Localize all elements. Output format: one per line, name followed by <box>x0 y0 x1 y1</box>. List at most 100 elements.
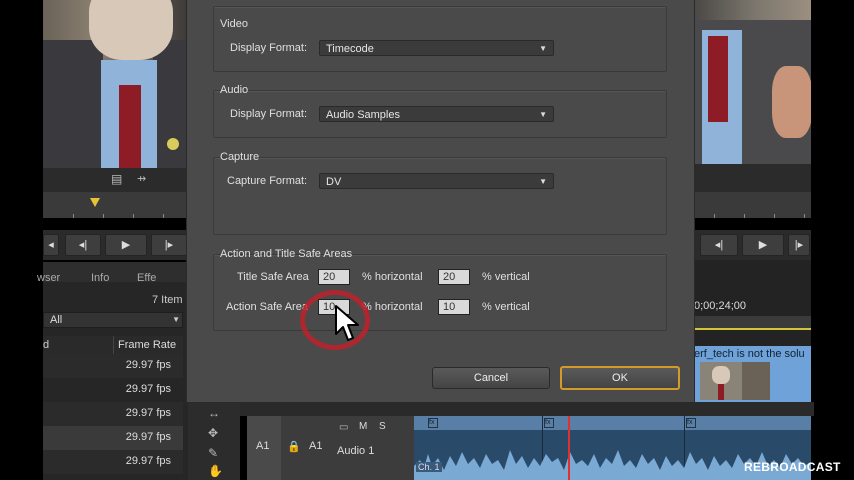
cancel-button[interactable]: Cancel <box>432 367 550 389</box>
column-divider <box>113 336 114 354</box>
dropdown-value: Audio Samples <box>326 109 400 121</box>
filter-value: All <box>50 314 63 326</box>
export-frame-icon[interactable]: ⇸ <box>137 172 146 185</box>
clip-caption: erf_tech is not the solu <box>694 348 805 360</box>
col-name[interactable]: d <box>43 339 49 351</box>
chevron-down-icon: ▼ <box>539 177 547 186</box>
dropdown-value: DV <box>326 176 342 188</box>
play-icon[interactable]: ▶ <box>105 234 147 256</box>
play-icon[interactable]: ▶ <box>742 234 784 256</box>
track-target-label[interactable]: A1 <box>309 440 322 452</box>
source-monitor-ruler[interactable] <box>43 192 188 218</box>
dropdown-value: Timecode <box>326 43 374 55</box>
track-source-slot[interactable]: A1 <box>247 416 281 480</box>
list-item[interactable]: 29.97 fps <box>43 402 183 426</box>
watermark: REBROADCAST <box>744 460 841 474</box>
step-back-frame-icon[interactable]: ◂| <box>700 234 738 256</box>
frame-rate-value: 29.97 fps <box>125 455 171 467</box>
action-safe-vertical-input[interactable] <box>438 299 470 315</box>
panel-tab-bar <box>43 262 188 282</box>
channel-label: Ch. 1 <box>416 462 442 472</box>
program-monitor-toolbar <box>694 164 811 192</box>
fx-badge-icon: fx <box>686 418 696 428</box>
ok-button[interactable]: OK <box>560 366 680 390</box>
playhead-line[interactable] <box>568 416 570 480</box>
mouse-cursor-icon <box>335 305 359 341</box>
audio-group-title: Audio <box>220 84 249 96</box>
clip-header <box>414 416 811 430</box>
capture-group-title: Capture <box>220 151 260 163</box>
video-display-format-dropdown[interactable]: Timecode ▼ <box>319 40 554 56</box>
suit-shape <box>43 40 103 168</box>
video-display-format-label: Display Format: <box>230 42 308 54</box>
mute-button[interactable]: M <box>359 421 367 432</box>
hand-shape <box>772 66 811 138</box>
frame-rate-value: 29.97 fps <box>125 407 171 419</box>
step-forward-frame-icon[interactable]: |▸ <box>151 234 187 256</box>
action-safe-label: Action Safe Area <box>226 301 308 313</box>
frame-rate-value: 29.97 fps <box>125 359 171 371</box>
timecode-display: 0;00;24;00 <box>694 300 746 312</box>
ripple-edit-icon[interactable]: ↔ <box>208 406 220 420</box>
program-monitor-video <box>694 0 811 164</box>
lapel-pin <box>167 138 179 150</box>
source-monitor-video <box>43 0 188 168</box>
step-back-frame-icon[interactable]: ◂| <box>65 234 101 256</box>
clip-thumbnail <box>700 362 742 400</box>
timeline-ruler-strip[interactable] <box>240 402 814 416</box>
move-icon[interactable]: ✥ <box>208 426 218 440</box>
program-panel-lower: 0;00;24;00 erf_tech is not the solu <box>694 260 811 410</box>
title-safe-horizontal-input[interactable] <box>318 269 350 285</box>
tie-shape <box>119 85 141 168</box>
timeline-tools: ↔ ✥ ✎ ✋ <box>188 402 240 480</box>
title-safe-horizontal-unit: % horizontal <box>362 271 423 283</box>
program-transport: ◂| ▶ |▸ <box>694 230 811 260</box>
step-forward-frame-icon[interactable]: |▸ <box>788 234 810 256</box>
tab-browser[interactable]: wser <box>37 272 60 284</box>
items-count: 7 Item <box>152 294 183 306</box>
face-shape <box>89 0 173 60</box>
chevron-down-icon: ▼ <box>539 44 547 53</box>
action-safe-horizontal-unit: % horizontal <box>362 301 423 313</box>
col-frame-rate[interactable]: Frame Rate <box>118 339 176 351</box>
video-group <box>213 6 667 72</box>
hand-icon[interactable]: ✋ <box>208 464 223 478</box>
safe-areas-group <box>213 254 667 331</box>
solo-button[interactable]: S <box>379 421 386 432</box>
fx-badge-icon: fx <box>428 418 438 428</box>
title-safe-vertical-unit: % vertical <box>482 271 530 283</box>
audio-display-format-dropdown[interactable]: Audio Samples ▼ <box>319 106 554 122</box>
title-safe-vertical-input[interactable] <box>438 269 470 285</box>
filter-dropdown[interactable]: All ▼ <box>43 312 183 328</box>
source-transport: ◂ ◂| ▶ |▸ <box>43 230 188 260</box>
lock-icon[interactable]: 🔒 <box>287 440 301 453</box>
list-item[interactable]: 29.97 fps <box>43 354 183 378</box>
tie-shape <box>708 36 728 122</box>
list-item[interactable]: 29.97 fps <box>43 450 183 474</box>
action-safe-vertical-unit: % vertical <box>482 301 530 313</box>
list-item[interactable]: 29.97 fps <box>43 378 183 402</box>
frame-rate-value: 29.97 fps <box>125 431 171 443</box>
source-track-label: A1 <box>256 440 270 452</box>
program-monitor-ruler[interactable] <box>694 192 811 218</box>
capture-format-label: Capture Format: <box>227 175 308 187</box>
work-area-bar[interactable] <box>694 328 811 330</box>
capture-format-dropdown[interactable]: DV ▼ <box>319 173 554 189</box>
video-clip[interactable]: erf_tech is not the solu <box>694 346 811 410</box>
pen-icon[interactable]: ✎ <box>208 446 218 460</box>
settings-icon[interactable]: ▤ <box>111 172 122 186</box>
video-group-title: Video <box>220 18 248 30</box>
step-back-icon[interactable]: ◂ <box>43 234 59 256</box>
playhead-icon[interactable] <box>90 198 100 207</box>
tab-info[interactable]: Info <box>91 272 109 284</box>
frame-rate-value: 29.97 fps <box>125 383 171 395</box>
track-name: Audio 1 <box>337 445 375 457</box>
track-output-icon[interactable]: ▭ <box>339 422 348 433</box>
safe-areas-group-title: Action and Title Safe Areas <box>220 248 353 260</box>
timeline-ruler[interactable] <box>694 316 811 330</box>
preferences-dialog: Video Display Format: Timecode ▼ Audio D… <box>187 0 694 402</box>
list-item[interactable]: 29.97 fps <box>43 426 183 450</box>
fx-badge-icon: fx <box>544 418 554 428</box>
tab-effects[interactable]: Effe <box>137 272 156 284</box>
chevron-down-icon: ▼ <box>172 315 180 324</box>
